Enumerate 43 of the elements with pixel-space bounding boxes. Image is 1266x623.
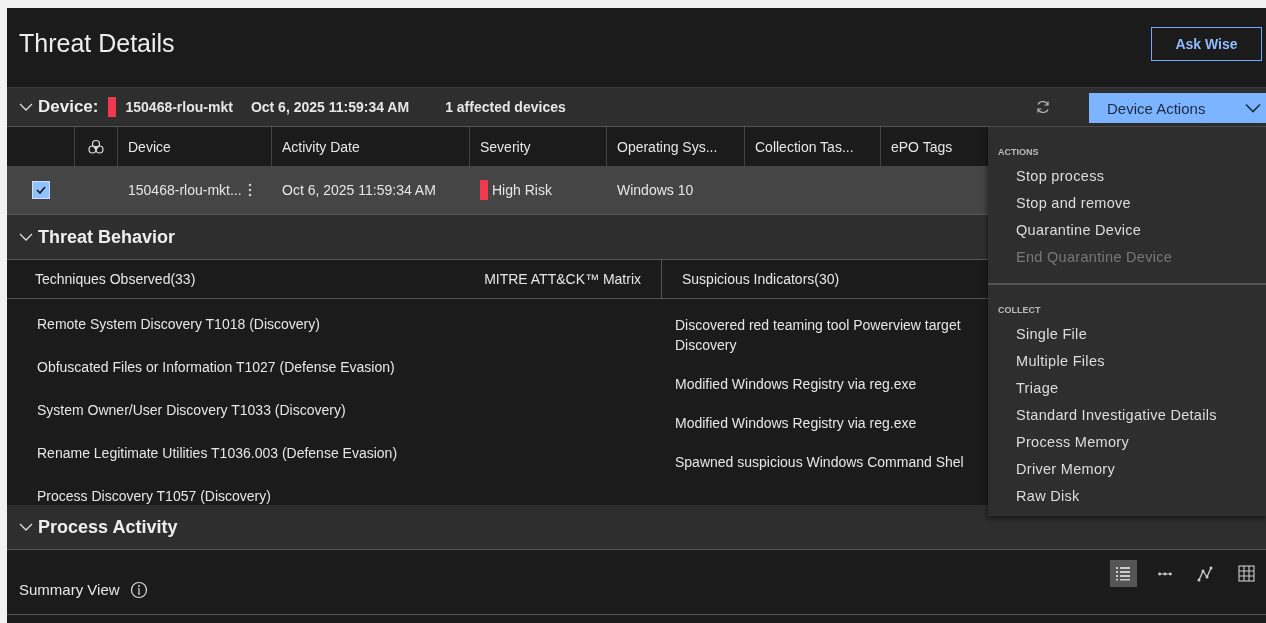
activity-date: Oct 6, 2025 11:59:34 AM: [250, 99, 410, 115]
menu-item[interactable]: Single File: [988, 321, 1266, 348]
menu-item[interactable]: Stop process: [988, 163, 1266, 190]
checkbox[interactable]: [32, 181, 50, 199]
technique-item[interactable]: System Owner/User Discovery T1033 (Discovery): [37, 401, 647, 420]
tab[interactable]: Techniques Observed(33): [7, 260, 455, 298]
menu-item[interactable]: Multiple Files: [988, 348, 1266, 375]
technique-item[interactable]: Process Discovery T1057 (Discovery): [37, 487, 647, 505]
menu-item[interactable]: Triage: [988, 375, 1266, 402]
menu-heading: COLLECT: [997, 305, 1042, 315]
view-toggle[interactable]: [1110, 560, 1137, 587]
page-title: Threat Details: [19, 29, 175, 58]
chevron-icon: [1245, 103, 1261, 113]
technique-item[interactable]: Obfuscated Files or Information T1027 (Defense Evasion): [37, 358, 647, 377]
section-title: Process Activity: [38, 516, 178, 538]
ask-button[interactable]: Ask Wise: [1151, 26, 1262, 61]
section-title: Threat Behavior: [38, 226, 176, 248]
dots-icon: [1157, 571, 1172, 576]
more-icon: [247, 183, 252, 197]
device-name: 150468-rlou-mkt: [125, 99, 233, 115]
table-cell: High Risk: [492, 182, 552, 198]
summary-label: Summary View: [19, 581, 120, 598]
table-cell: Windows 10: [617, 182, 694, 198]
biohazard-icon: [87, 137, 105, 156]
device-actions-button[interactable]: Device Actions: [1089, 93, 1266, 123]
table-cell: 150468-rlou-mkt...: [128, 182, 242, 198]
technique-item[interactable]: Rename Legitimate Utilities T1036.003 (Defense Evasion): [37, 444, 647, 463]
menu-item[interactable]: Stop and remove: [988, 190, 1266, 217]
technique-item[interactable]: Remote System Discovery T1018 (Discovery): [37, 315, 647, 334]
menu-item[interactable]: Process Memory: [988, 429, 1266, 456]
menu-item[interactable]: Driver Memory: [988, 456, 1266, 483]
section-title: Device:: [38, 97, 99, 117]
affected-count: 1 affected devices: [445, 99, 566, 115]
tab[interactable]: Suspicious Indicators(30): [662, 260, 840, 298]
menu-item[interactable]: Raw Disk: [988, 483, 1266, 510]
check-icon: [36, 186, 46, 194]
menu-item[interactable]: Quarantine Device: [988, 217, 1266, 244]
refresh-icon: [1035, 99, 1051, 115]
grid-view-icon: [1236, 563, 1257, 584]
menu-heading: ACTIONS: [997, 147, 1040, 157]
info-icon: [129, 580, 148, 599]
table-cell: Oct 6, 2025 11:59:34 AM: [282, 182, 436, 198]
menu-item[interactable]: Standard Investigative Details: [988, 402, 1266, 429]
